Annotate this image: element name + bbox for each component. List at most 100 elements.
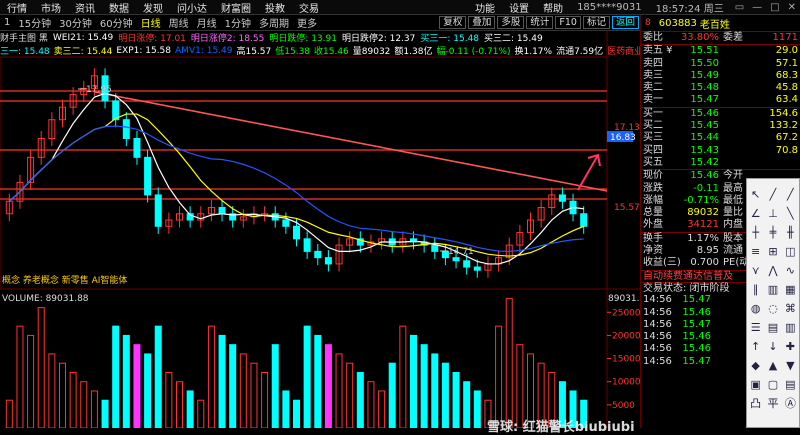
draw-tool-icon[interactable]: ↑ (747, 337, 764, 356)
ask-row[interactable]: 卖三 15.49 68.3 (641, 70, 800, 82)
maximize-icon[interactable]: □ (770, 2, 779, 13)
draw-tool-icon[interactable]: ∥ (747, 280, 764, 299)
draw-tool-icon[interactable]: ⋎ (747, 261, 764, 280)
candle-body (133, 138, 141, 158)
tool-button[interactable]: F10 (555, 16, 581, 29)
tool-button[interactable]: 叠加 (468, 16, 496, 29)
stock-code[interactable]: 603883 (659, 18, 697, 29)
period-tab[interactable]: 1 (2, 17, 12, 28)
period-tab-more[interactable]: 更多 (295, 15, 319, 30)
menu-item[interactable]: 发现 (143, 0, 163, 15)
draw-tool-icon[interactable]: ↓ (764, 337, 781, 356)
close-icon[interactable]: ✕ (788, 2, 796, 13)
bid-row[interactable]: 买一 15.46 154.6 (641, 108, 800, 120)
ask-row[interactable]: 卖四 15.50 57.1 (641, 58, 800, 70)
ask-row[interactable]: 卖五 ¥15.51 29.0 (641, 45, 800, 57)
draw-tool-icon[interactable]: ▥ (782, 318, 799, 337)
bid-row[interactable]: 买四 15.43 70.8 (641, 145, 800, 157)
volume-bar (5, 399, 13, 428)
menu-item-right[interactable]: 功能 (475, 0, 495, 15)
tool-button[interactable]: 统计 (526, 16, 554, 29)
draw-tool-icon[interactable]: ◌ (764, 299, 781, 318)
draw-tool-icon[interactable]: ✚ (782, 337, 799, 356)
back-button[interactable]: 返回 (611, 16, 639, 29)
draw-tool-icon[interactable]: ▢ (764, 375, 781, 394)
tool-button[interactable]: 多股 (497, 16, 525, 29)
volume-bar (314, 334, 322, 428)
draw-tool-icon[interactable]: ╫ (782, 223, 799, 242)
volume-bar (27, 334, 35, 428)
draw-tool-icon[interactable]: ▤ (764, 318, 781, 337)
draw-tool-icon[interactable]: ╪ (764, 223, 781, 242)
menu-item[interactable]: 投教 (265, 0, 285, 15)
volume-bar (144, 353, 152, 428)
menu-item[interactable]: 市场 (41, 0, 61, 15)
menu-item[interactable]: 行情 (7, 0, 27, 15)
drawing-toolbox: ↖ ╱ ╱ ∠ ⊥ ╲ ┼ ╪ ╫ ≡ ⊞ ◫ ⋎ ⋀ ∿ ∥ ▥ ▦ ◍ ◌ ⌘ ☰ ▤ ▥ ↑ ↓ ✚ ◆ ▲ ▼ ▣ ▢ ▤ 凸平 Ⓐ (746, 178, 800, 428)
draw-tool-icon[interactable]: ◍ (747, 299, 764, 318)
indicator-value: 买三一: 15.48 (420, 34, 480, 44)
volume-axis-tick: 5000 (612, 401, 635, 411)
order-ratio-row: 委比 33.80% 委差 1171 (643, 32, 798, 43)
account-id[interactable]: 185****9031 (577, 2, 642, 13)
draw-tool-icon[interactable]: ▤ (782, 375, 799, 394)
ask-row[interactable]: 卖一 15.47 63.4 (641, 94, 800, 106)
menu-item[interactable]: 交易 (299, 0, 319, 15)
period-tab[interactable]: 1分钟 (223, 15, 253, 30)
volume-bar (303, 325, 311, 428)
draw-tool-icon[interactable]: ⋀ (764, 261, 781, 280)
volume-bar (293, 399, 300, 428)
draw-tool-icon[interactable]: ╱ (764, 185, 781, 204)
bid-row[interactable]: 买三 15.44 67.2 (641, 132, 800, 144)
volume-bar (261, 371, 269, 428)
tool-button[interactable]: 复权 (439, 16, 467, 29)
period-tab[interactable]: 15分钟 (16, 15, 53, 30)
menu-item[interactable]: 资讯 (75, 0, 95, 15)
period-tab[interactable]: 60分钟 (98, 15, 135, 30)
draw-tool-icon[interactable]: 平 (764, 394, 781, 413)
draw-tool-icon[interactable]: ▲ (764, 356, 781, 375)
menu-item[interactable]: 问小达 (177, 0, 207, 15)
stock-name[interactable]: 老百姓 (700, 16, 730, 31)
draw-tool-icon[interactable]: ▣ (747, 375, 764, 394)
draw-tool-icon[interactable]: ∿ (782, 261, 799, 280)
draw-tool-icon[interactable]: ╱ (782, 185, 799, 204)
period-tab[interactable]: 30分钟 (57, 15, 94, 30)
draw-tool-icon[interactable]: ◫ (782, 242, 799, 261)
menu-item[interactable]: 数据 (109, 0, 129, 15)
menu-item-right[interactable]: 设置 (509, 0, 529, 15)
high-price-label: 17.95 (86, 85, 112, 95)
menu-item-right[interactable]: 帮助 (543, 0, 563, 15)
period-tab[interactable]: 周线 (167, 15, 191, 30)
draw-tool-icon[interactable]: ▼ (782, 356, 799, 375)
draw-tool-icon[interactable]: ↖ (747, 185, 764, 204)
period-tab-active[interactable]: 日线 (139, 15, 163, 30)
draw-tool-icon[interactable]: ⊞ (764, 242, 781, 261)
minimize-icon[interactable]: — (752, 2, 762, 13)
draw-tool-icon[interactable]: ☰ (747, 318, 764, 337)
current-price-label: 16.83 (610, 133, 636, 143)
menu-item[interactable]: 财富圈 (221, 0, 251, 15)
ask-row[interactable]: 卖二 15.48 45.8 (641, 82, 800, 94)
volume-axis-tick: 20000 (612, 331, 641, 341)
draw-tool-icon[interactable]: ≡ (747, 242, 764, 261)
draw-tool-icon[interactable]: ▥ (764, 280, 781, 299)
draw-tool-icon[interactable]: ╲ (782, 204, 799, 223)
indicator-title[interactable]: 财手主图 黑 (0, 31, 48, 44)
candle-body (473, 266, 481, 271)
draw-tool-icon[interactable]: ∠ (747, 204, 764, 223)
tool-button[interactable]: 标记 (582, 16, 610, 29)
draw-tool-icon[interactable]: ⊥ (764, 204, 781, 223)
bid-row[interactable]: 买五 15.42 (641, 157, 800, 169)
draw-tool-icon[interactable]: ┼ (747, 223, 764, 242)
draw-tool-icon[interactable]: ◆ (747, 356, 764, 375)
draw-tool-icon[interactable]: Ⓐ (782, 394, 799, 413)
bid-row[interactable]: 买二 15.45 133.2 (641, 120, 800, 132)
period-tab[interactable]: 多周期 (257, 15, 291, 30)
draw-tool-icon[interactable]: 凸 (747, 394, 764, 413)
draw-tool-icon[interactable]: ▦ (782, 280, 799, 299)
volume-axis-tick: 25000 (612, 308, 641, 318)
restore-icon[interactable]: ▭ (735, 2, 744, 13)
draw-tool-icon[interactable]: ⌘ (782, 299, 799, 318)
period-tab[interactable]: 月线 (195, 15, 219, 30)
